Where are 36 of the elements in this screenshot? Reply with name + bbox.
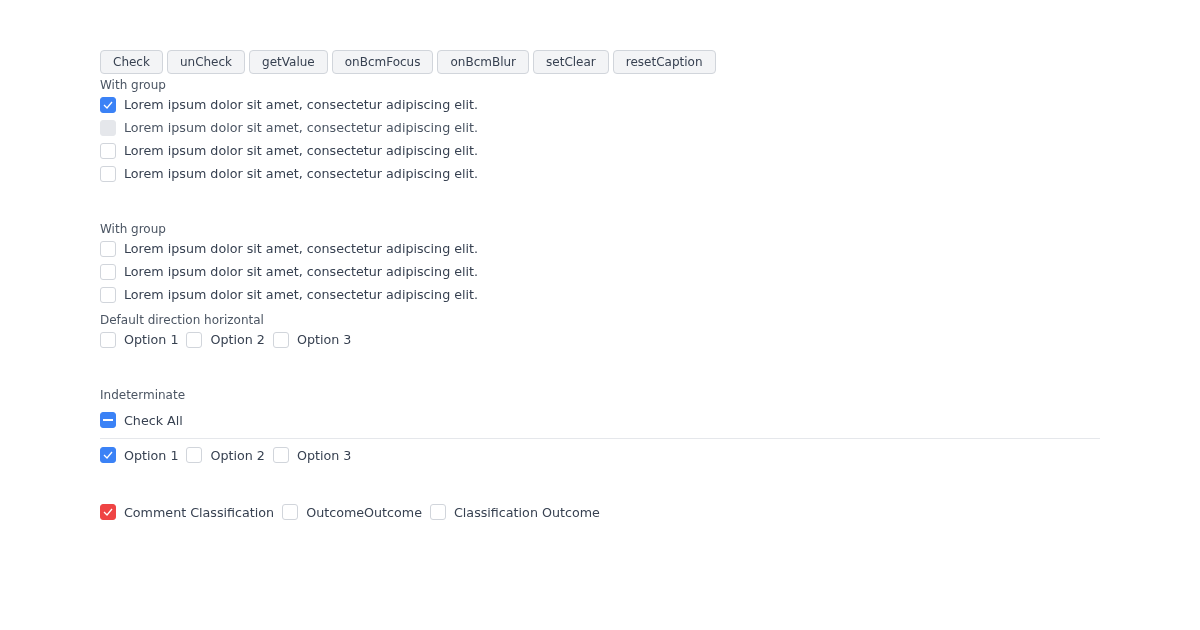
checkbox-label: Lorem ipsum dolor sit amet, consectetur adipiscing elit. xyxy=(124,166,479,181)
checkbox-label: Lorem ipsum dolor sit amet, consectetur adipiscing elit. xyxy=(124,143,479,158)
checkbox-label: Option 3 xyxy=(296,447,352,463)
checkbox-label: Check All xyxy=(124,412,183,428)
checkbox-label: Option 2 xyxy=(210,447,265,463)
group-label: With group xyxy=(100,222,167,237)
checkbox[interactable] xyxy=(100,447,116,463)
checkbox-label: Lorem ipsum dolor sit amet, consectetur adipiscing elit. xyxy=(124,97,479,112)
action-button[interactable]: onBcmBlur xyxy=(437,50,530,74)
checkbox-label: Option 1 xyxy=(124,447,179,463)
group-label: With group xyxy=(100,78,167,93)
checkbox-label: OutcomeOutcome xyxy=(306,504,422,520)
group-label: Indeterminate xyxy=(100,388,187,403)
checkbox[interactable] xyxy=(100,96,116,113)
check-icon xyxy=(103,508,113,516)
checkbox[interactable] xyxy=(100,504,116,520)
checkbox-label: Lorem ipsum dolor sit amet, consectetur adipiscing elit. xyxy=(124,264,479,279)
check-icon xyxy=(103,451,113,459)
checkbox-label: Option 3 xyxy=(296,332,352,347)
action-button[interactable]: resetCaption xyxy=(612,50,716,74)
checkbox-label: Option 1 xyxy=(124,332,179,347)
checkbox-label: Lorem ipsum dolor sit amet, consectetur adipiscing elit. xyxy=(124,241,479,256)
check-icon xyxy=(103,100,113,109)
checkbox-label: Lorem ipsum dolor sit amet, consectetur adipiscing elit. xyxy=(124,287,479,302)
checkbox-label: Option 2 xyxy=(210,332,265,347)
checkbox-label: Comment Classification xyxy=(124,504,275,520)
action-button[interactable]: onBcmFocus xyxy=(331,50,434,74)
group-label: Default direction horizontal xyxy=(100,313,265,328)
action-button[interactable]: getValue xyxy=(249,50,328,74)
action-button[interactable]: Check xyxy=(100,50,163,74)
checkbox-label: Classification Outcome xyxy=(453,504,600,520)
minus-icon xyxy=(103,419,113,421)
action-button[interactable]: setClear xyxy=(533,50,609,74)
checkbox-label: Lorem ipsum dolor sit amet, consectetur adipiscing elit. xyxy=(124,120,479,135)
action-button[interactable]: unCheck xyxy=(166,50,246,74)
checkbox[interactable] xyxy=(100,412,116,428)
